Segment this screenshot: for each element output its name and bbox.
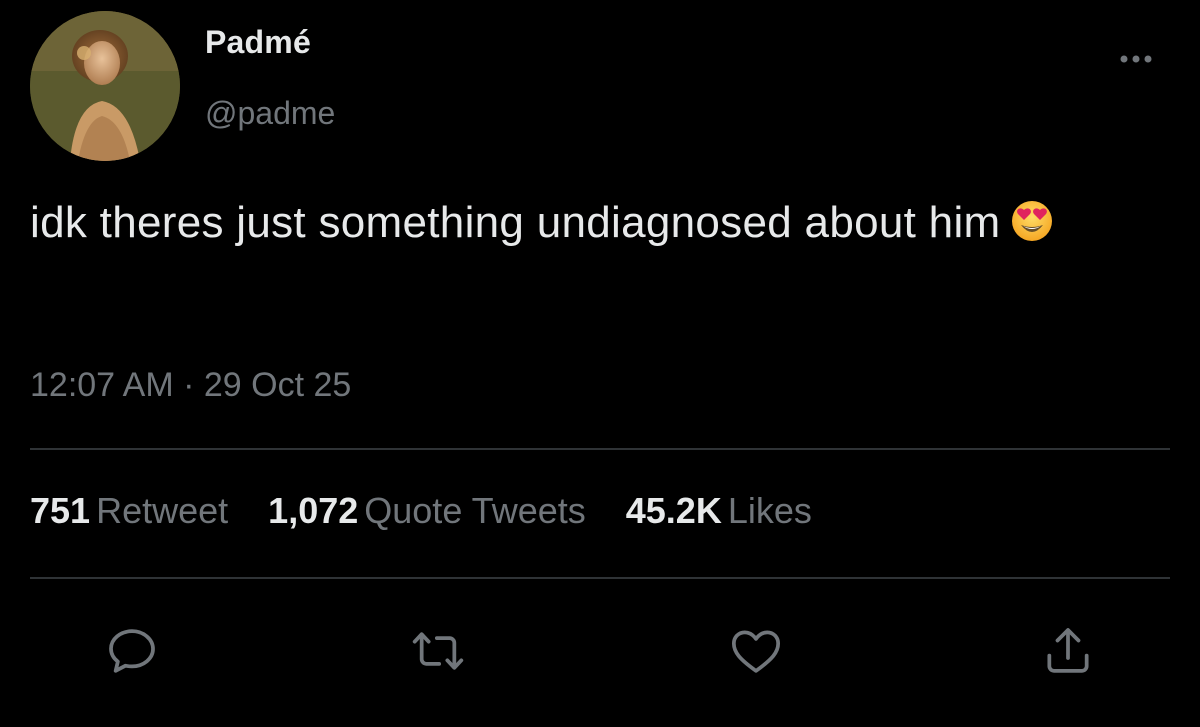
display-name[interactable]: Padmé [205,24,311,61]
retweet-stat[interactable]: 751 Retweet [30,490,228,532]
retweet-icon[interactable] [410,623,466,679]
likes-label: Likes [727,490,812,531]
retweet-count: 751 [30,490,91,531]
divider [30,448,1170,450]
divider [30,577,1170,579]
likes-stat[interactable]: 45.2K Likes [626,490,812,532]
quote-tweets-label: Quote Tweets [364,490,586,531]
quote-tweets-stat[interactable]: 1,072 Quote Tweets [268,490,586,532]
tweet-timestamp[interactable]: 12:07 AM · 29 Oct 25 [30,366,351,405]
heart-eyes-emoji-icon [1010,194,1054,264]
tweet-text: idk theres just something undiagnosed ab… [30,188,1170,264]
avatar[interactable] [30,11,180,161]
user-handle[interactable]: @padme [205,95,335,132]
tweet-body: idk theres just something undiagnosed ab… [30,198,1001,247]
avatar-photo [30,11,180,161]
more-options-icon[interactable] [1114,44,1158,74]
retweet-label: Retweet [96,490,229,531]
likes-count: 45.2K [625,490,722,531]
reply-icon[interactable] [104,623,160,679]
tweet-stats: 751 Retweet 1,072 Quote Tweets 45.2K Likes [30,490,842,532]
quote-tweets-count: 1,072 [268,490,359,531]
like-icon[interactable] [728,623,784,679]
share-icon[interactable] [1040,623,1096,679]
